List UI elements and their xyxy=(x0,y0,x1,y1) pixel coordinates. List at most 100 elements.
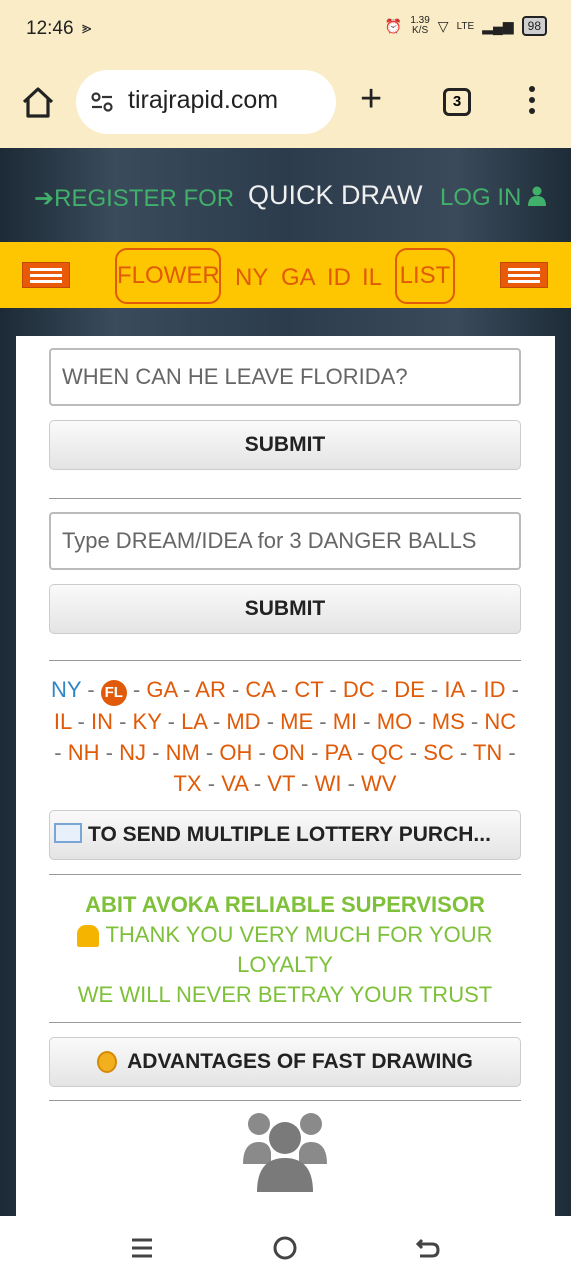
state-link[interactable]: IA xyxy=(444,677,464,702)
divider xyxy=(49,498,521,499)
tab-switcher-button[interactable]: 3 xyxy=(443,88,471,116)
dream-input[interactable]: Type DREAM/IDEA for 3 DANGER BALLS xyxy=(49,512,521,570)
state-link[interactable]: OH xyxy=(219,740,252,765)
submit-button-1[interactable]: SUBMIT xyxy=(49,420,521,470)
state-link[interactable]: NM xyxy=(166,740,200,765)
state-link[interactable]: CT xyxy=(294,677,323,702)
sign-in-icon: ➔ xyxy=(34,185,55,212)
home-icon xyxy=(22,87,54,118)
state-link-ga[interactable]: GA xyxy=(281,264,316,292)
web-page: ➔REGISTER FOR QUICK DRAW LOG IN FLOWER N… xyxy=(0,148,571,1216)
state-link-il[interactable]: IL xyxy=(362,264,382,292)
new-tab-button[interactable]: + xyxy=(360,80,382,118)
menu-dot-icon xyxy=(529,86,535,92)
flower-button[interactable]: FLOWER xyxy=(115,248,221,304)
right-menu-button[interactable] xyxy=(500,262,548,288)
state-link[interactable]: ON xyxy=(272,740,305,765)
state-link[interactable]: NC xyxy=(484,709,516,734)
divider xyxy=(49,1100,521,1101)
signal-icon: ▂▄▆ xyxy=(482,17,514,34)
state-link[interactable]: DE xyxy=(394,677,425,702)
advantages-button[interactable]: ADVANTAGES OF FAST DRAWING xyxy=(49,1037,521,1087)
divider xyxy=(49,874,521,875)
users-group-icon xyxy=(243,1113,327,1192)
medal-icon xyxy=(97,1051,118,1074)
state-link-id[interactable]: ID xyxy=(327,264,351,292)
address-bar[interactable]: tirajrapid.com xyxy=(76,70,336,134)
state-link[interactable]: IN xyxy=(91,709,113,734)
state-link[interactable]: QC xyxy=(371,740,404,765)
multiple-lottery-button[interactable]: TO SEND MULTIPLE LOTTERY PURCH... xyxy=(49,810,521,860)
state-link[interactable]: PA xyxy=(325,740,352,765)
recent-apps-icon xyxy=(132,1238,152,1258)
divider xyxy=(49,1022,521,1023)
login-link[interactable]: LOG IN xyxy=(440,184,547,212)
site-settings-icon[interactable] xyxy=(90,90,114,114)
state-link[interactable]: ID xyxy=(484,677,506,702)
net-speed-unit: K/S xyxy=(412,25,429,36)
state-link[interactable]: VT xyxy=(267,771,295,796)
trust-line: WE WILL NEVER BETRAY YOUR TRUST xyxy=(77,982,493,1007)
advantages-label: ADVANTAGES OF FAST DRAWING xyxy=(127,1050,473,1073)
state-link[interactable]: MI xyxy=(333,709,357,734)
state-list: NY - FL - GA - AR - CA - CT - DC - DE - … xyxy=(51,677,519,796)
thank-you-text: THANK YOU VERY MUCH FOR YOUR LOYALTY xyxy=(105,922,493,977)
net-speed: 1.39 K/S xyxy=(410,16,429,36)
state-link[interactable]: CA xyxy=(245,677,274,702)
submit-button-2[interactable]: SUBMIT xyxy=(49,584,521,634)
question-input[interactable]: WHEN CAN HE LEAVE FLORIDA? xyxy=(49,348,521,406)
state-link[interactable]: GA xyxy=(146,677,177,702)
home-button[interactable] xyxy=(20,84,56,120)
home-circle-icon xyxy=(273,1236,297,1260)
state-link[interactable]: TX xyxy=(173,771,201,796)
state-link[interactable]: VA xyxy=(221,771,248,796)
state-link[interactable]: TN xyxy=(473,740,502,765)
state-bar: FLOWER NY GA ID IL LIST xyxy=(0,242,571,308)
plus-icon: + xyxy=(360,78,383,120)
left-menu-button[interactable] xyxy=(22,262,70,288)
state-link[interactable]: NH xyxy=(68,740,100,765)
thank-you-line: THANK YOU VERY MUCH FOR YOUR LOYALTY xyxy=(49,920,521,980)
home-nav-button[interactable] xyxy=(265,1232,305,1264)
state-link[interactable]: MO xyxy=(377,709,412,734)
user-icon xyxy=(528,186,547,206)
state-link[interactable]: KY xyxy=(133,709,162,734)
browser-menu-button[interactable] xyxy=(520,86,544,118)
content-card: WHEN CAN HE LEAVE FLORIDA? SUBMIT Type D… xyxy=(16,336,555,1216)
state-link[interactable]: AR xyxy=(195,677,226,702)
url-text: tirajrapid.com xyxy=(128,86,279,114)
divider xyxy=(49,660,521,661)
state-link[interactable]: SC xyxy=(423,740,454,765)
state-link[interactable]: LA xyxy=(181,709,207,734)
state-link[interactable]: NJ xyxy=(119,740,146,765)
top-nav: ➔REGISTER FOR QUICK DRAW LOG IN xyxy=(0,148,571,242)
recent-apps-button[interactable] xyxy=(122,1232,162,1264)
system-nav-bar xyxy=(0,1216,571,1280)
browser-toolbar: tirajrapid.com + 3 xyxy=(0,58,571,148)
state-link-ny[interactable]: NY xyxy=(235,264,268,292)
state-link[interactable]: DC xyxy=(343,677,375,702)
status-icons: ⏰ 1.39 K/S ▽ LTE ▂▄▆ 98 xyxy=(385,16,547,36)
state-link[interactable]: WI xyxy=(315,771,342,796)
battery-indicator: 98 xyxy=(521,16,547,36)
envelope-icon xyxy=(54,823,82,844)
site-title: QUICK DRAW xyxy=(248,180,423,210)
back-icon xyxy=(415,1238,440,1258)
state-link[interactable]: MD xyxy=(226,709,260,734)
praying-hands-icon xyxy=(77,925,100,948)
status-time: 12:46 xyxy=(26,18,74,39)
state-link-ny[interactable]: NY xyxy=(51,677,81,702)
list-button[interactable]: LIST xyxy=(395,248,455,304)
supervisor-title: ABIT AVOKA RELIABLE SUPERVISOR xyxy=(85,892,485,917)
lottery-button-label: TO SEND MULTIPLE LOTTERY PURCH... xyxy=(88,823,491,846)
state-link[interactable]: IL xyxy=(54,709,72,734)
status-bar: 12:46 ⪢ ⏰ 1.39 K/S ▽ LTE ▂▄▆ 98 xyxy=(0,0,571,58)
back-button[interactable] xyxy=(408,1232,448,1264)
register-label: REGISTER FOR xyxy=(54,185,235,212)
current-state-badge[interactable]: FL xyxy=(100,680,127,706)
state-link[interactable]: WV xyxy=(361,771,396,796)
register-link[interactable]: ➔REGISTER FOR xyxy=(34,184,234,213)
cast-icon: ⪢ xyxy=(82,18,92,37)
state-link[interactable]: ME xyxy=(280,709,313,734)
state-link[interactable]: MS xyxy=(432,709,465,734)
